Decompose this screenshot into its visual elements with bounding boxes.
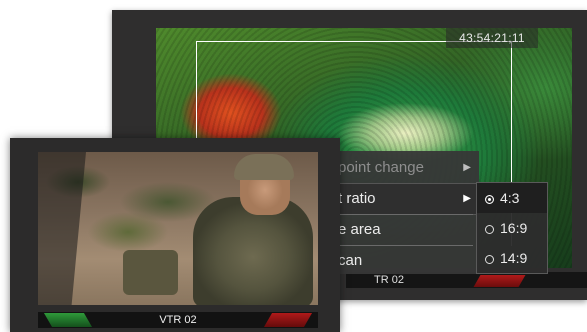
submenu-arrow-icon: ▶ [463, 162, 471, 173]
front-monitor-label: VTR 02 [159, 314, 197, 326]
menu-item-safe-area[interactable]: e area [324, 215, 479, 245]
aspect-option-label: 16:9 [500, 220, 528, 236]
front-video-preview[interactable] [38, 152, 318, 305]
menu-item-aspect-ratio[interactable]: t ratio ▶ [323, 183, 480, 215]
radio-unselected-icon [485, 255, 494, 264]
menu-item-label: point change [338, 159, 424, 176]
safe-area-guide-left [196, 41, 197, 151]
aspect-option-label: 14:9 [500, 250, 528, 266]
radio-selected-icon [485, 195, 494, 204]
video-subject-helmet [234, 154, 294, 180]
menu-item-label: e area [338, 221, 381, 238]
aspect-option-14-9[interactable]: 14:9 [477, 243, 547, 273]
submenu-arrow-icon: ▶ [463, 193, 471, 204]
front-monitor-window: VTR 02 [10, 138, 340, 332]
radio-unselected-icon [485, 225, 494, 234]
context-menu: point change ▶ t ratio ▶ e area can [323, 151, 480, 276]
aspect-option-16-9[interactable]: 16:9 [477, 213, 547, 243]
aspect-option-label: 4:3 [500, 190, 520, 206]
aspect-ratio-submenu: 4:3 16:9 14:9 [476, 182, 548, 274]
menu-item-underscan[interactable]: can [324, 246, 479, 276]
menu-item-label: can [338, 252, 363, 269]
menu-item-viewpoint-change[interactable]: point change ▶ [324, 153, 479, 183]
aspect-option-4-3[interactable]: 4:3 [477, 183, 547, 213]
timecode-display: 43:54:21;11 [446, 28, 538, 48]
video-backpack [123, 250, 178, 295]
back-tally-red-indicator [473, 275, 526, 287]
menu-item-label: t ratio [338, 190, 376, 207]
